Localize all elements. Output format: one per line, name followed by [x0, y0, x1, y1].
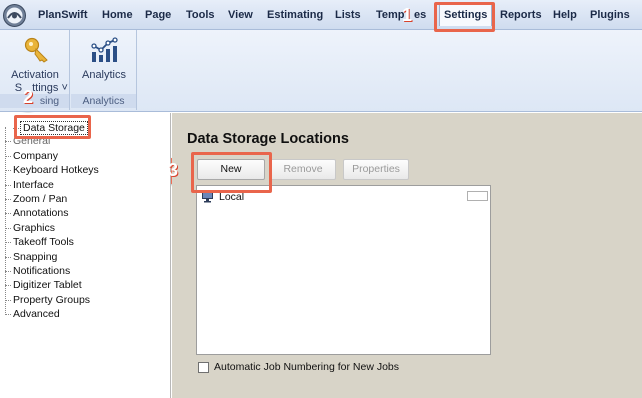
menu-bar: PlanSwift Home Page Tools View Estimatin… [0, 0, 642, 30]
menu-help[interactable]: Help [553, 9, 577, 22]
tree-item-keyboard-hotkeys[interactable]: Keyboard Hotkeys [5, 164, 99, 176]
callout-badge-1: 1 [394, 3, 418, 29]
tree-item-zoom-pan[interactable]: Zoom / Pan [4, 193, 67, 205]
key-icon [24, 37, 48, 63]
tree-item-digitizer-tablet[interactable]: Digitizer Tablet [5, 279, 82, 291]
tree-item-company[interactable]: Company [5, 150, 58, 162]
properties-button[interactable]: Properties [343, 159, 409, 180]
tree-item-annotations[interactable]: Annotations [4, 207, 68, 219]
callout-badge-2: 2 [15, 85, 39, 111]
list-item-indicator [467, 191, 488, 201]
menu-page[interactable]: Page [145, 9, 171, 22]
menu-home[interactable]: Home [102, 9, 133, 22]
ribbon-group-analytics: Analytics Analytics [71, 30, 137, 110]
storage-locations-list[interactable]: Local [196, 185, 491, 355]
tree-item-property-groups[interactable]: Property Groups [4, 294, 90, 306]
analytics-button[interactable]: Analytics [71, 32, 137, 92]
menu-planswift[interactable]: PlanSwift [38, 9, 88, 22]
callout-highlight-new-button [191, 152, 272, 193]
ribbon: Activation Sttings ˅ sing Analytics Anal… [0, 30, 642, 112]
menu-estimating[interactable]: Estimating [267, 9, 323, 22]
planswift-logo-icon[interactable] [2, 3, 27, 28]
menu-view[interactable]: View [228, 9, 253, 22]
callout-badge-3: 3 [160, 158, 184, 184]
ribbon-group-label-analytics: Analytics [71, 94, 136, 108]
settings-tree: Data Storage General Company Keyboard Ho… [0, 113, 171, 398]
menu-lists[interactable]: Lists [335, 9, 361, 22]
tree-item-advanced[interactable]: Advanced [5, 308, 60, 320]
menu-reports[interactable]: Reports [500, 9, 542, 22]
analytics-chart-icon [91, 37, 118, 62]
tree-item-snapping[interactable]: Snapping [4, 251, 57, 263]
tree-item-notifications[interactable]: Notifications [4, 265, 70, 277]
tree-item-graphics[interactable]: Graphics [4, 222, 55, 234]
callout-highlight-settings [434, 2, 495, 32]
menu-plugins[interactable]: Plugins [590, 9, 630, 22]
callout-highlight-data-storage [14, 115, 91, 139]
auto-job-numbering-row[interactable]: Automatic Job Numbering for New Jobs [198, 361, 399, 373]
activation-settings-button[interactable]: Activation Sttings ˅ [1, 32, 69, 94]
analytics-label: Analytics [81, 69, 127, 81]
remove-button[interactable]: Remove [270, 159, 336, 180]
activation-label-line1: Activation [11, 69, 59, 81]
auto-job-numbering-label: Automatic Job Numbering for New Jobs [214, 361, 399, 373]
page-title: Data Storage Locations [187, 131, 349, 147]
tree-item-interface[interactable]: Interface [5, 179, 54, 191]
menu-tools[interactable]: Tools [186, 9, 215, 22]
tree-item-takeoff-tools[interactable]: Takeoff Tools [5, 236, 74, 248]
auto-job-numbering-checkbox[interactable] [198, 361, 209, 373]
